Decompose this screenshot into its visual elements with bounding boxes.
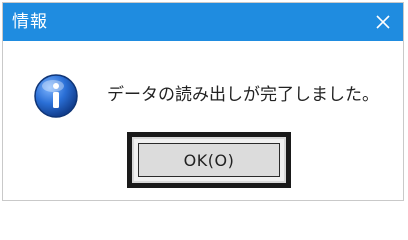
ok-button-label: OK(O) [183, 150, 235, 170]
dialog-message: データの読み出しが完了しました。 [107, 85, 379, 105]
information-icon [34, 74, 78, 118]
dialog-window: 情報 データの読み出しが完了しました。 OK(O) [2, 2, 404, 201]
close-icon [376, 15, 390, 29]
ok-button[interactable]: OK(O) [132, 137, 286, 183]
close-button[interactable] [371, 10, 395, 34]
dialog-title: 情報 [12, 12, 48, 32]
ok-button-focus-frame: OK(O) [127, 132, 291, 188]
title-bar[interactable]: 情報 [3, 3, 403, 41]
